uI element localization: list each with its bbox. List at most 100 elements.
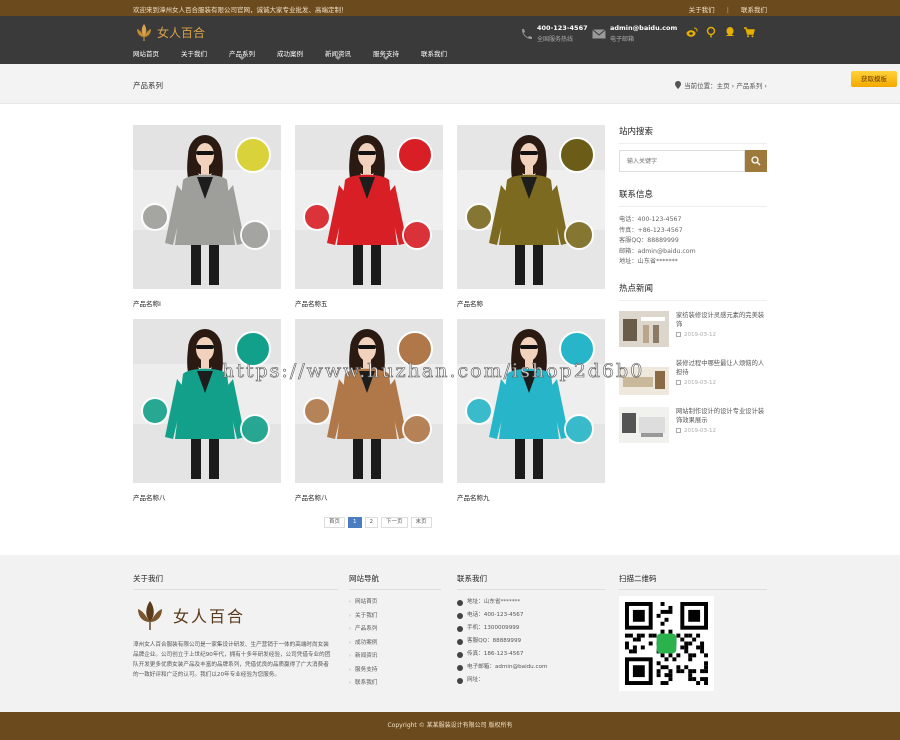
contact-bullet-icon xyxy=(457,599,463,606)
nav-item[interactable]: 新闻资讯 xyxy=(325,48,351,60)
product-card[interactable]: 产品名称五 xyxy=(295,125,443,308)
footer-contact-text: 手机：1300009999 xyxy=(467,625,520,631)
footer-contact-item: 传真：186-123-4567 xyxy=(457,648,605,661)
welcome-text: 欢迎来到漳州女人百合服装有限公司官网，诚诚大家专业批发、高端定制！ xyxy=(133,6,348,14)
breadcrumb-bar: 产品系列 当前位置：主页 › 产品系列 › 获取模板 xyxy=(0,64,900,104)
footer-contact-heading: 联系我们 xyxy=(457,573,605,590)
footer-qr: 扫描二维码 xyxy=(619,573,767,691)
news-item[interactable]: 家纺装修设计灵感元素的完美装饰 2019-03-12 xyxy=(619,310,767,347)
news-item[interactable]: 网站制作设计的设计专业设计装饰效果展示 2019-03-12 xyxy=(619,406,767,443)
header-phone: 400-123-4567 全国服务热线 xyxy=(519,24,588,43)
mail-icon xyxy=(592,28,606,38)
product-card[interactable]: 产品名称 xyxy=(457,125,605,308)
chevron-right-icon: › xyxy=(349,639,351,646)
product-caption[interactable]: 产品名称 xyxy=(457,298,605,308)
footer-nav-link[interactable]: › 关于我们 xyxy=(349,610,441,624)
product-card[interactable]: 产品名称八 xyxy=(295,319,443,502)
location-pin-icon xyxy=(675,81,682,89)
footer-nav-link[interactable]: › 新闻资讯 xyxy=(349,650,441,664)
contact-bullet-icon xyxy=(457,612,463,619)
header-email: admin@baidu.com 电子邮箱 xyxy=(592,24,677,43)
caret-down-icon xyxy=(335,57,341,60)
footer-nav-link[interactable]: › 联系我们 xyxy=(349,677,441,691)
sidebar: 站内搜索 联系信息 电话：400-123-4567 传真：+86-123-456… xyxy=(619,125,767,455)
nav-item[interactable]: 联系我们 xyxy=(421,48,447,58)
breadcrumb-text[interactable]: 当前位置：主页 › 产品系列 › xyxy=(684,80,767,90)
email-note: 电子邮箱 xyxy=(610,36,635,43)
weibo-icon[interactable] xyxy=(686,26,698,38)
product-caption[interactable]: 产品名称五 xyxy=(295,298,443,308)
product-card[interactable]: 产品名称Ⅰ xyxy=(133,125,281,308)
product-card[interactable]: 产品名称八 xyxy=(133,319,281,502)
site-logo[interactable]: 女人百合 xyxy=(133,21,205,43)
product-caption[interactable]: 产品名称九 xyxy=(457,492,605,502)
phone-number: 400-123-4567 xyxy=(537,24,588,32)
product-image[interactable] xyxy=(295,125,443,289)
product-image[interactable] xyxy=(295,319,443,483)
nav-item[interactable]: 网站首页 xyxy=(133,48,159,58)
footer-nav-heading: 网站导航 xyxy=(349,573,441,590)
pager-next[interactable]: 下一页 xyxy=(381,517,408,528)
nav-item[interactable]: 产品系列 xyxy=(229,48,255,60)
footer-logo: 女人百合 xyxy=(133,598,338,632)
product-image[interactable] xyxy=(457,125,605,289)
product-image[interactable] xyxy=(133,125,281,289)
chevron-right-icon: › xyxy=(349,599,351,605)
contact-bullet-icon xyxy=(457,677,463,684)
footer-nav-label: 成功案例 xyxy=(355,639,378,646)
news-date: 2019-03-12 xyxy=(676,428,766,434)
top-contact-link[interactable]: 联系我们 xyxy=(741,6,767,14)
contact-info: 电话：400-123-4567 传真：+86-123-4567 客服QQ：888… xyxy=(619,215,767,268)
news-date: 2019-03-12 xyxy=(676,332,766,338)
top-links: 关于我们 | 联系我们 xyxy=(679,4,767,14)
breadcrumb: 当前位置：主页 › 产品系列 › xyxy=(675,80,767,90)
pager-first[interactable]: 首页 xyxy=(324,517,346,528)
alipay-icon[interactable] xyxy=(705,26,717,38)
product-image[interactable] xyxy=(457,319,605,483)
search-button[interactable] xyxy=(745,150,767,172)
search-input[interactable] xyxy=(619,150,745,172)
footer-contact-item: 网址： xyxy=(457,674,605,687)
cart-icon[interactable] xyxy=(743,26,755,38)
nav-item[interactable]: 关于我们 xyxy=(181,48,207,58)
contact-bullet-icon xyxy=(457,651,463,658)
product-caption[interactable]: 产品名称Ⅰ xyxy=(133,298,281,308)
chevron-right-icon: › xyxy=(349,626,351,632)
nav-item[interactable]: 成功案例 xyxy=(277,48,303,58)
nav-item-label: 联系我们 xyxy=(421,50,447,58)
pager-last[interactable]: 末页 xyxy=(410,517,432,528)
get-template-button[interactable]: 获取模板 xyxy=(851,71,897,87)
qr-code-image xyxy=(625,602,708,685)
footer-nav-link[interactable]: › 成功案例 xyxy=(349,637,441,651)
pager-page-1[interactable]: 1 xyxy=(348,517,362,528)
product-image[interactable] xyxy=(133,319,281,483)
nav-item[interactable]: 服务支持 xyxy=(373,48,399,60)
pager-page-2[interactable]: 2 xyxy=(364,517,379,528)
calendar-icon xyxy=(676,332,681,337)
footer-nav-link[interactable]: › 产品系列 xyxy=(349,623,441,637)
footer-nav-link[interactable]: › 网站首页 xyxy=(349,596,441,610)
contact-bullet-icon xyxy=(457,638,463,645)
copyright-bar: Copyright © 某某服装设计有限公司 版权所有 xyxy=(0,712,900,740)
qq-icon[interactable] xyxy=(724,26,736,38)
contact-fax: 传真：+86-123-4567 xyxy=(619,226,683,234)
nav-item-label: 成功案例 xyxy=(277,50,303,58)
footer-nav-label: 关于我们 xyxy=(355,612,378,619)
footer-contact-text: 地址：山东省******* xyxy=(467,599,521,605)
site-search xyxy=(619,150,767,172)
top-bar: 欢迎来到漳州女人百合服装有限公司官网，诚诚大家专业批发、高端定制！ 关于我们 |… xyxy=(0,0,900,16)
top-separator: | xyxy=(726,6,729,14)
chevron-right-icon: › xyxy=(349,666,351,673)
logo-text: 女人百合 xyxy=(157,25,206,40)
contact-heading: 联系信息 xyxy=(619,188,767,207)
top-about-link[interactable]: 关于我们 xyxy=(689,6,715,14)
footer-nav-label: 新闻资讯 xyxy=(355,653,378,659)
footer-nav: 网站导航 › 网站首页 › 关于我们 › 产品系列 › 成功案例 › 新闻资讯 › 服务支持 › 联系我们 xyxy=(349,573,441,691)
contact-phone: 电话：400-123-4567 xyxy=(619,216,682,223)
news-date-text: 2019-03-12 xyxy=(684,379,716,386)
product-caption[interactable]: 产品名称八 xyxy=(133,492,281,502)
product-caption[interactable]: 产品名称八 xyxy=(295,492,443,502)
product-card[interactable]: 产品名称九 xyxy=(457,319,605,502)
footer-nav-link[interactable]: › 服务支持 xyxy=(349,664,441,678)
footer-contact-text: 传真：186-123-4567 xyxy=(467,651,524,657)
